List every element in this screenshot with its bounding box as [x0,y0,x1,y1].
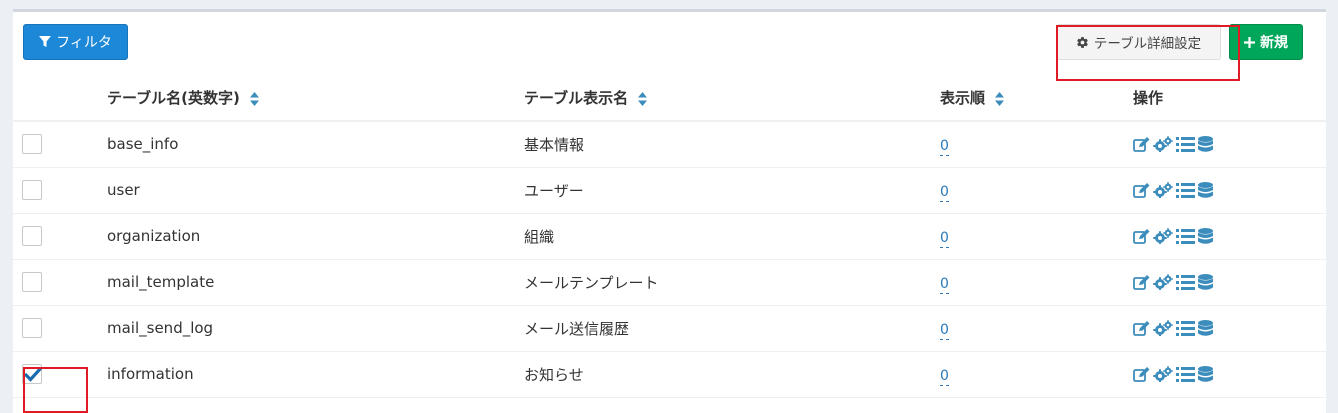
select-cell [13,167,107,213]
order-cell: 0 [940,259,1133,305]
table-body: base_info 基本情報 0 user ユーザー 0 organizatio [13,121,1326,397]
column-header-display-name[interactable]: テーブル表示名 [524,75,940,122]
table-row: mail_send_log メール送信履歴 0 [13,305,1326,351]
table-name-cell: information [107,365,194,383]
table-name-cell: organization [107,227,201,245]
table-settings-label: テーブル詳細設定 [1093,36,1202,52]
table-display-name-cell: 組織 [524,227,555,246]
table-row: organization 組織 0 [13,213,1326,259]
cogs-icon[interactable] [1153,228,1173,244]
list-icon[interactable] [1176,274,1195,290]
table-display-name-cell: メールテンプレート [524,273,659,292]
select-cell [13,259,107,305]
database-icon[interactable] [1198,319,1213,337]
actions-cell [1133,351,1326,397]
table-display-name-cell: ユーザー [524,181,584,200]
order-link[interactable]: 0 [940,322,949,340]
actions-cell [1133,121,1326,167]
check-icon [24,366,42,382]
sort-icon[interactable] [250,91,260,106]
order-cell: 0 [940,121,1133,167]
gear-icon [1077,36,1088,48]
order-cell: 0 [940,213,1133,259]
order-link[interactable]: 0 [940,368,949,386]
edit-icon[interactable] [1133,228,1150,244]
row-checkbox[interactable] [22,134,42,155]
cogs-icon[interactable] [1153,274,1173,290]
column-header-display-name-label: テーブル表示名 [524,89,629,107]
toolbar: フィルタ テーブル詳細設定 新規 [13,12,1326,77]
table-panel: フィルタ テーブル詳細設定 新規 テーブル名(英数字) テーブル表示名 表示順 … [13,9,1326,413]
select-cell [13,121,107,167]
actions-cell [1133,259,1326,305]
filter-button-label: フィルタ [56,35,112,51]
table-display-name-cell: 基本情報 [524,135,585,154]
table-name-cell: mail_send_log [107,319,214,337]
edit-icon[interactable] [1133,182,1150,198]
order-link[interactable]: 0 [940,184,949,202]
select-cell [13,213,107,259]
filter-button[interactable]: フィルタ [23,24,128,60]
cogs-icon[interactable] [1153,136,1173,153]
row-checkbox[interactable] [22,226,42,246]
row-checkbox[interactable] [22,318,42,338]
table-display-name-cell: メール送信履歴 [524,319,630,338]
column-header-name[interactable]: テーブル名(英数字) [107,75,524,122]
filter-icon [39,36,52,47]
edit-icon[interactable] [1133,320,1150,336]
table-name-cell: base_info [107,135,179,154]
column-header-order-label: 表示順 [940,89,986,107]
table-display-name-cell: お知らせ [524,365,584,384]
sort-icon[interactable] [995,91,1005,106]
select-cell [13,305,107,351]
table-list: テーブル名(英数字) テーブル表示名 表示順 操作 base_info 基本情報 [13,75,1326,398]
actions-cell [1133,305,1326,351]
edit-icon[interactable] [1133,136,1150,152]
order-link[interactable]: 0 [940,138,949,157]
list-icon[interactable] [1176,136,1195,152]
new-button-label: 新規 [1260,35,1288,51]
database-icon[interactable] [1198,227,1213,245]
column-header-actions-label: 操作 [1133,89,1164,107]
table-name-cell: mail_template [107,273,215,291]
order-link[interactable]: 0 [940,276,949,294]
column-header-name-label: テーブル名(英数字) [107,89,240,107]
actions-cell [1133,213,1326,259]
select-cell [13,351,107,397]
select-column-header [13,75,107,122]
list-icon[interactable] [1176,320,1195,336]
database-icon[interactable] [1198,273,1213,291]
plus-icon [1244,36,1255,48]
new-button[interactable]: 新規 [1229,24,1303,60]
table-name-cell: user [107,181,140,199]
table-row: information お知らせ 0 [13,351,1326,397]
database-icon[interactable] [1198,135,1213,153]
cogs-icon[interactable] [1153,182,1173,198]
order-cell: 0 [940,167,1133,213]
table-settings-button[interactable]: テーブル詳細設定 [1056,24,1221,60]
sort-icon[interactable] [638,91,648,106]
table-row: base_info 基本情報 0 [13,121,1326,167]
actions-cell [1133,167,1326,213]
order-cell: 0 [940,305,1133,351]
row-checkbox[interactable] [22,180,42,200]
row-checkbox[interactable] [22,272,42,292]
order-link[interactable]: 0 [940,230,949,248]
column-header-order[interactable]: 表示順 [940,75,1133,122]
database-icon[interactable] [1198,365,1213,383]
order-cell: 0 [940,351,1133,397]
cogs-icon[interactable] [1153,320,1173,336]
list-icon[interactable] [1176,182,1195,198]
column-header-actions: 操作 [1133,75,1326,122]
database-icon[interactable] [1198,181,1213,199]
list-icon[interactable] [1176,366,1195,382]
list-icon[interactable] [1176,228,1195,244]
table-header-row: テーブル名(英数字) テーブル表示名 表示順 操作 [13,75,1326,122]
row-checkbox[interactable] [22,364,42,384]
edit-icon[interactable] [1133,366,1150,382]
table-row: user ユーザー 0 [13,167,1326,213]
table-row: mail_template メールテンプレート 0 [13,259,1326,305]
edit-icon[interactable] [1133,274,1150,290]
cogs-icon[interactable] [1153,366,1173,382]
